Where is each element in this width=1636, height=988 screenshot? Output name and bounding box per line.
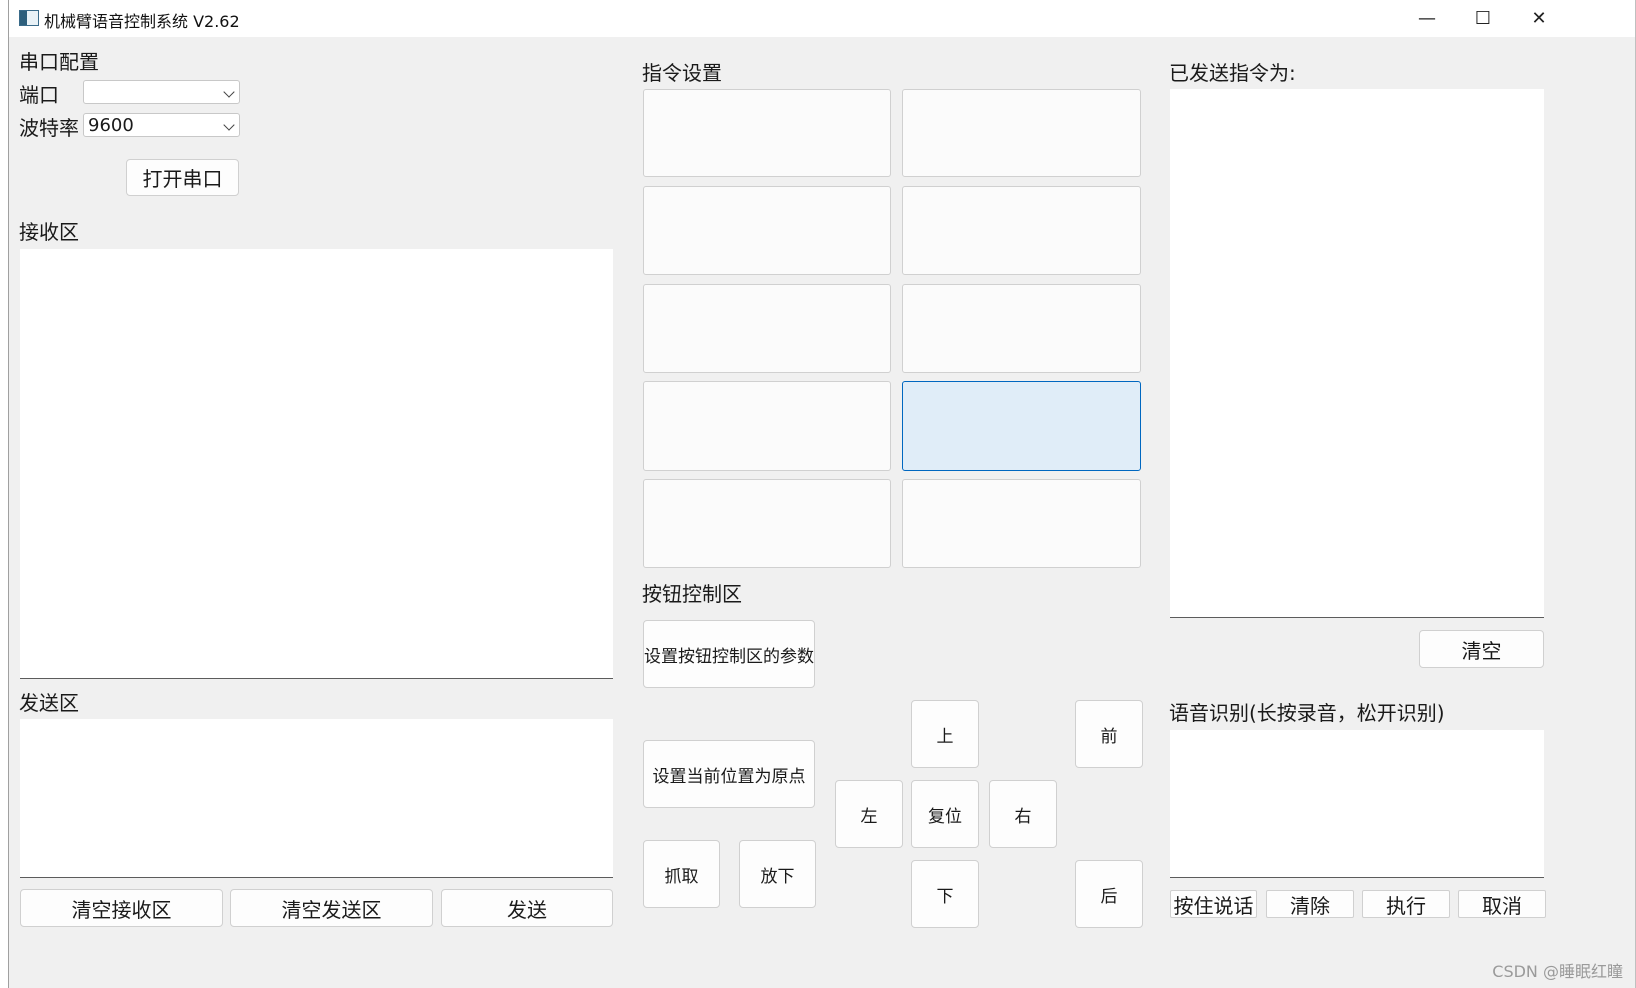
command-button-2[interactable] [902, 89, 1141, 177]
chevron-down-icon [223, 86, 235, 98]
app-window: 机械臂语音控制系统 V2.62 — ☐ ✕ 串口配置 端口 波特率 9600 打… [8, 0, 1636, 988]
minimize-icon: — [1418, 8, 1436, 29]
voice-heading: 语音识别(长按录音，松开识别) [1169, 701, 1445, 725]
window-title: 机械臂语音控制系统 V2.62 [44, 12, 240, 31]
baud-select[interactable]: 9600 [83, 113, 240, 137]
release-button[interactable]: 放下 [739, 840, 816, 908]
receive-heading: 接收区 [19, 220, 79, 244]
port-label: 端口 [19, 83, 59, 107]
clear-send-button[interactable]: 清空发送区 [230, 889, 433, 927]
chevron-down-icon [223, 119, 235, 131]
up-button[interactable]: 上 [911, 700, 979, 768]
voice-clear-button[interactable]: 清除 [1266, 890, 1354, 918]
send-textarea[interactable] [20, 719, 613, 878]
minimize-button[interactable]: — [1399, 0, 1455, 37]
sent-heading: 已发送指令为: [1169, 61, 1296, 85]
receive-textarea[interactable] [20, 249, 613, 679]
close-icon: ✕ [1531, 8, 1547, 29]
clear-sent-button[interactable]: 清空 [1419, 630, 1544, 668]
forward-button[interactable]: 前 [1075, 700, 1143, 768]
set-origin-button[interactable]: 设置当前位置为原点 [643, 740, 815, 808]
baud-select-value: 9600 [88, 114, 134, 136]
open-serial-button[interactable]: 打开串口 [126, 159, 239, 196]
send-heading: 发送区 [19, 691, 79, 715]
sent-textarea[interactable] [1170, 89, 1544, 618]
left-button[interactable]: 左 [835, 780, 903, 848]
command-button-7[interactable] [643, 381, 891, 471]
command-button-9[interactable] [643, 479, 891, 568]
cancel-button[interactable]: 取消 [1458, 890, 1546, 918]
maximize-icon: ☐ [1474, 8, 1492, 29]
command-button-8[interactable] [902, 381, 1141, 471]
watermark: CSDN @睡眠红瞳 [1492, 962, 1623, 981]
command-button-1[interactable] [643, 89, 891, 177]
clear-receive-button[interactable]: 清空接收区 [20, 889, 223, 927]
serial-config-heading: 串口配置 [19, 50, 99, 74]
title-bar: 机械臂语音控制系统 V2.62 — ☐ ✕ [9, 0, 1635, 37]
button-control-heading: 按钮控制区 [642, 582, 742, 606]
command-button-5[interactable] [643, 284, 891, 373]
baud-label: 波特率 [19, 116, 79, 140]
send-button[interactable]: 发送 [441, 889, 613, 927]
down-button[interactable]: 下 [911, 860, 979, 928]
set-params-button[interactable]: 设置按钮控制区的参数 [643, 620, 815, 688]
grab-button[interactable]: 抓取 [643, 840, 720, 908]
execute-button[interactable]: 执行 [1362, 890, 1450, 918]
right-button[interactable]: 右 [989, 780, 1057, 848]
voice-textarea[interactable] [1170, 730, 1544, 878]
maximize-button[interactable]: ☐ [1455, 0, 1511, 37]
close-button[interactable]: ✕ [1511, 0, 1567, 37]
command-button-6[interactable] [902, 284, 1141, 373]
app-icon [19, 10, 39, 26]
hold-to-talk-button[interactable]: 按住说话 [1170, 890, 1257, 918]
command-button-10[interactable] [902, 479, 1141, 568]
reset-button[interactable]: 复位 [911, 780, 979, 848]
command-settings-heading: 指令设置 [642, 61, 722, 85]
command-button-3[interactable] [643, 186, 891, 275]
back-button[interactable]: 后 [1075, 860, 1143, 928]
command-button-4[interactable] [902, 186, 1141, 275]
port-select[interactable] [83, 80, 240, 104]
